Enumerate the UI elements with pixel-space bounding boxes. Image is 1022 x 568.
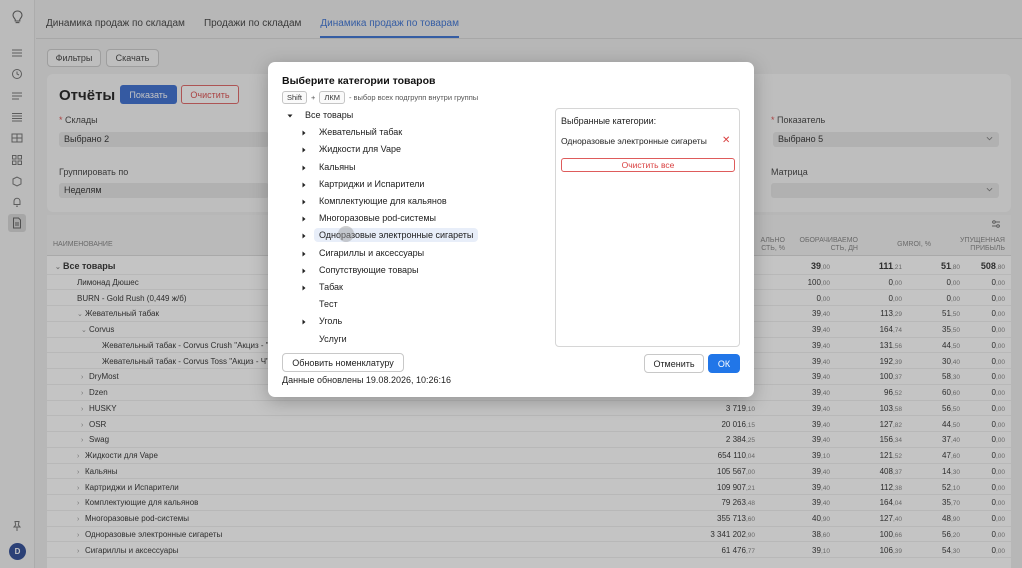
selected-categories-panel: Выбранные категории: Одноразовые электро…: [555, 108, 740, 347]
category-tree-item[interactable]: Жевательный табак: [319, 127, 402, 137]
lmb-key-badge: ЛКМ: [319, 91, 345, 104]
category-tree-item[interactable]: Кальяны: [319, 162, 356, 172]
caret-right-icon[interactable]: [301, 130, 307, 136]
caret-down-icon[interactable]: [287, 113, 293, 119]
selected-categories-title: Выбранные категории:: [561, 116, 657, 126]
category-tree-item[interactable]: Уголь: [319, 316, 342, 326]
hint-text: - выбор всех подгрупп внутри группы: [348, 93, 479, 102]
caret-right-icon[interactable]: [301, 182, 307, 188]
clear-all-button[interactable]: Очистить все: [561, 158, 735, 172]
caret-right-icon[interactable]: [301, 147, 307, 153]
category-tree-item[interactable]: Жидкости для Vape: [319, 144, 401, 154]
selected-category-item: Одноразовые электронные сигареты: [561, 136, 707, 146]
category-tree-item[interactable]: Сигариллы и аксессуары: [319, 248, 424, 258]
caret-right-icon[interactable]: [301, 319, 307, 325]
category-tree-item[interactable]: Многоразовые pod-системы: [319, 213, 436, 223]
category-tree-item[interactable]: Комплектующие для кальянов: [319, 196, 447, 206]
modal-hint: Shift + ЛКМ - выбор всех подгрупп внутри…: [282, 91, 478, 104]
remove-category-icon[interactable]: ✕: [722, 135, 730, 146]
category-tree-item[interactable]: Все товары: [305, 110, 353, 120]
cancel-button[interactable]: Отменить: [644, 354, 704, 373]
caret-right-icon[interactable]: [301, 268, 307, 274]
caret-right-icon[interactable]: [301, 165, 307, 171]
caret-right-icon[interactable]: [301, 285, 307, 291]
update-nomenclature-button[interactable]: Обновить номенклатуру: [282, 353, 404, 372]
caret-right-icon[interactable]: [301, 199, 307, 205]
caret-right-icon[interactable]: [301, 233, 307, 239]
hint-plus: +: [311, 93, 316, 102]
ok-button[interactable]: ОК: [708, 354, 740, 373]
data-updated-text: Данные обновлены 19.08.2026, 10:26:16: [282, 375, 452, 385]
caret-right-icon[interactable]: [301, 251, 307, 257]
mouse-cursor: [338, 226, 354, 242]
caret-right-icon[interactable]: [301, 216, 307, 222]
shift-key-badge: Shift: [282, 91, 308, 104]
category-tree-item[interactable]: Услуги: [319, 334, 347, 344]
modal-title: Выберите категории товаров: [282, 75, 436, 87]
category-tree-item[interactable]: Тест: [319, 299, 338, 309]
category-tree-item[interactable]: Картриджи и Испарители: [319, 179, 424, 189]
category-tree-item[interactable]: Сопутствующие товары: [319, 265, 418, 275]
category-tree-item[interactable]: Табак: [319, 282, 343, 292]
